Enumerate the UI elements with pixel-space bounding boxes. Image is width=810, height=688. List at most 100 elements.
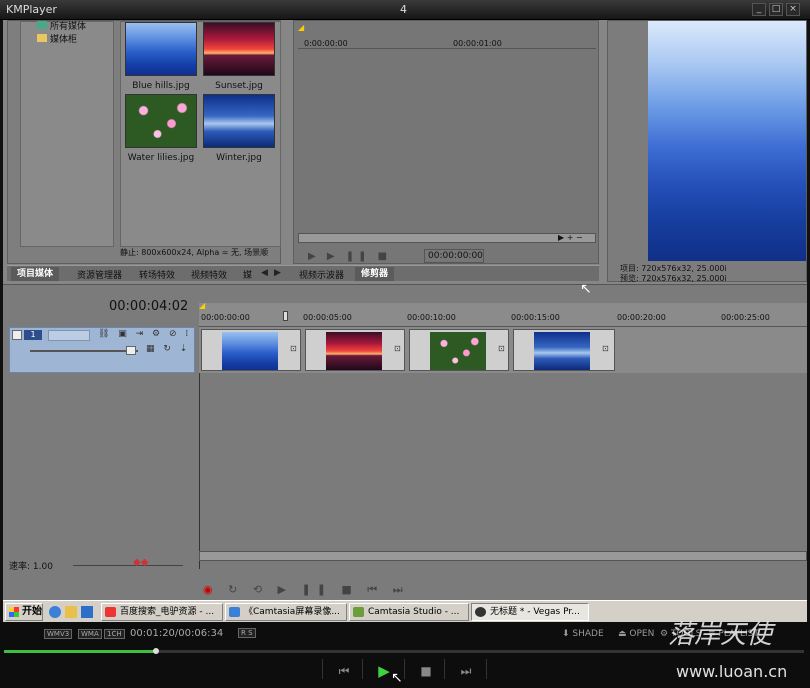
video-codec-badge: WMV3 <box>44 629 73 639</box>
current-time: 00:00:04:02 <box>109 299 189 314</box>
windows-logo-icon <box>9 607 19 617</box>
ie-icon[interactable] <box>49 606 61 618</box>
trimmer-zoom-controls[interactable]: ▶ + − <box>558 233 583 242</box>
clip-thumb <box>326 332 382 370</box>
track-fx-icons[interactable]: ⛓ ▣ ⇥ ⚙ ⊘ ⁞ <box>98 329 191 339</box>
thumb-label: Winter.jpg <box>216 153 262 163</box>
timeline-transport[interactable]: ◉ ↻ ⟲ ▶ ❚❚ ■ ⏮ ⏭ <box>203 583 409 597</box>
tab-trimmer[interactable]: 修剪器 <box>355 267 395 281</box>
tab-transitions[interactable]: 转场特效 <box>139 268 175 281</box>
tree-item-media-bin[interactable]: 媒体柜 <box>37 32 77 45</box>
track-level-thumb[interactable] <box>126 346 136 355</box>
trimmer-ruler: ◢ 0:00:00:00 00:00:01:00 <box>298 23 596 49</box>
seek-thumb[interactable] <box>153 648 159 654</box>
tree-item-all-media[interactable]: 所有媒体 <box>37 19 86 32</box>
thumb-sunset[interactable] <box>203 22 275 76</box>
tab-more[interactable]: 媒 <box>243 268 252 281</box>
media-panel: 所有媒体 媒体柜 Blue hills.jpg Sunset.jpg Water… <box>7 20 281 264</box>
tab-project-media[interactable]: 项目媒体 <box>11 267 60 281</box>
folder-icon[interactable] <box>65 606 77 618</box>
crop-icon[interactable]: ⊡ <box>290 344 297 353</box>
track-mode-icons[interactable]: ▦ ↻ ⇣ <box>146 344 190 354</box>
video-preview-panel: 项目: 720x576x32, 25.000i 预览: 720x576x32, … <box>607 20 807 283</box>
window-title: KMPlayer <box>6 3 57 16</box>
rs-badge[interactable]: R S <box>238 628 256 638</box>
preview-image <box>648 21 806 261</box>
clip-sunset[interactable]: ⊡ <box>305 329 405 371</box>
thumb-blue-hills[interactable] <box>125 22 197 76</box>
kmplayer-controls: WMV3 WMA 1CH 00:01:20/00:06:34 R S ⬇ SHA… <box>0 620 810 688</box>
tab-scroll-right-icon[interactable]: ▶ <box>274 268 281 278</box>
media-status: 静止: 800x600x24, Alpha = 无, 场景顺 <box>120 248 269 257</box>
timeline-scrollbar[interactable] <box>199 551 807 561</box>
record-icon: ◉ <box>203 583 219 596</box>
timeline-area: 00:00:04:02 ◢ 00:00:00:00 00:00:05:00 00… <box>3 284 807 600</box>
close-icon[interactable]: × <box>786 3 800 16</box>
desktop-icon[interactable] <box>81 606 93 618</box>
tab-explorer[interactable]: 资源管理器 <box>77 268 122 281</box>
trimmer-transport[interactable]: ▶ ▶ ❚❚ ■ <box>308 251 391 262</box>
start-button[interactable]: 开始 <box>5 603 43 621</box>
marker-icon: ◢ <box>199 301 206 310</box>
trimmer-scrollbar[interactable] <box>298 233 596 243</box>
taskbar-item-camtasia-doc[interactable]: 《Camtasia屏幕录像... <box>225 603 347 621</box>
trimmer-panel: ◢ 0:00:00:00 00:00:01:00 ▶ + − ▶ ▶ ❚❚ ■ … <box>293 20 599 264</box>
ruler-label: 00:00:05:00 <box>303 313 352 322</box>
playback-time: 00:01:20/00:06:34 <box>130 628 224 639</box>
taskbar-item-baidu[interactable]: 百度搜索_电驴资源 - ... <box>101 603 223 621</box>
video-track-lane[interactable]: ⊡ ⊡ ⊡ ⊡ <box>199 327 807 373</box>
clip-thumb <box>534 332 590 370</box>
timeline-ruler[interactable]: ◢ 00:00:00:00 00:00:05:00 00:00:10:00 00… <box>199 301 807 327</box>
ruler-label: 00:00:10:00 <box>407 313 456 322</box>
tab-video-scopes[interactable]: 视频示波器 <box>299 268 344 281</box>
tab-scroll-left-icon[interactable]: ◀ <box>261 268 268 278</box>
crop-icon[interactable]: ⊡ <box>498 344 505 353</box>
tab-video-fx[interactable]: 视频特效 <box>191 268 227 281</box>
thumb-label: Blue hills.jpg <box>132 81 190 91</box>
playhead-line <box>199 373 200 569</box>
rate-slider[interactable] <box>73 565 183 566</box>
shade-button[interactable]: ⬇ SHADE <box>562 629 604 639</box>
vegas-window: 所有媒体 媒体柜 Blue hills.jpg Sunset.jpg Water… <box>3 20 807 600</box>
next-icon[interactable]: ⏭ <box>458 663 474 679</box>
watermark-url: www.luoan.cn <box>676 662 788 681</box>
channel-badge: 1CH <box>104 629 125 639</box>
taskbar-item-camtasia-studio[interactable]: Camtasia Studio - ... <box>349 603 469 621</box>
crop-icon[interactable]: ⊡ <box>602 344 609 353</box>
rate-slider-thumb[interactable]: ◆◆ <box>133 557 148 568</box>
ruler-label: 00:00:25:00 <box>721 313 770 322</box>
thumb-winter[interactable] <box>203 94 275 148</box>
clip-thumb <box>222 332 278 370</box>
thumb-water-lilies[interactable] <box>125 94 197 148</box>
media-tree: 所有媒体 媒体柜 <box>20 21 114 247</box>
thumb-label: Sunset.jpg <box>215 81 263 91</box>
previous-icon[interactable]: ⏮ <box>336 663 352 679</box>
track-collapse-icon[interactable] <box>12 330 22 340</box>
maximize-icon[interactable]: □ <box>769 3 783 16</box>
mouse-cursor-icon: ↖ <box>580 281 592 297</box>
trimmer-time-mid: 00:00:01:00 <box>453 39 502 48</box>
clip-blue-hills[interactable]: ⊡ <box>201 329 301 371</box>
stop-icon[interactable]: ■ <box>418 663 434 679</box>
clip-winter[interactable]: ⊡ <box>513 329 615 371</box>
seek-progress <box>4 650 156 653</box>
video-track-header[interactable]: 1 ⛓ ▣ ⇥ ⚙ ⊘ ⁞ ▦ ↻ ⇣ <box>9 327 195 373</box>
track-level-slider[interactable] <box>30 350 138 352</box>
open-button[interactable]: ⏏ OPEN <box>618 629 654 639</box>
minimize-icon[interactable]: _ <box>752 3 766 16</box>
taskbar-item-vegas[interactable]: 无标题 * - Vegas Pr... <box>471 603 589 621</box>
kmplayer-titlebar[interactable]: KMPlayer 4 _ □ × <box>0 0 810 20</box>
track-name-field[interactable] <box>48 330 90 341</box>
ruler-label: 00:00:00:00 <box>201 313 250 322</box>
clip-water-lilies[interactable]: ⊡ <box>409 329 509 371</box>
track-number: 1 <box>24 330 42 340</box>
trimmer-time-start: 0:00:00:00 <box>304 39 348 48</box>
rate-label: 速率: 1.00 <box>9 562 53 572</box>
playhead-handle[interactable] <box>283 311 288 321</box>
watermark-logo: 落岸天使 <box>668 620 773 650</box>
media-tabs: 项目媒体 资源管理器 转场特效 视频特效 媒 ◀ ▶ <box>7 265 297 281</box>
play-icon[interactable]: ▶ <box>376 663 392 679</box>
folder-icon <box>37 34 47 42</box>
crop-icon[interactable]: ⊡ <box>394 344 401 353</box>
trimmer-timecode: 00:00:00:00 <box>424 249 484 263</box>
